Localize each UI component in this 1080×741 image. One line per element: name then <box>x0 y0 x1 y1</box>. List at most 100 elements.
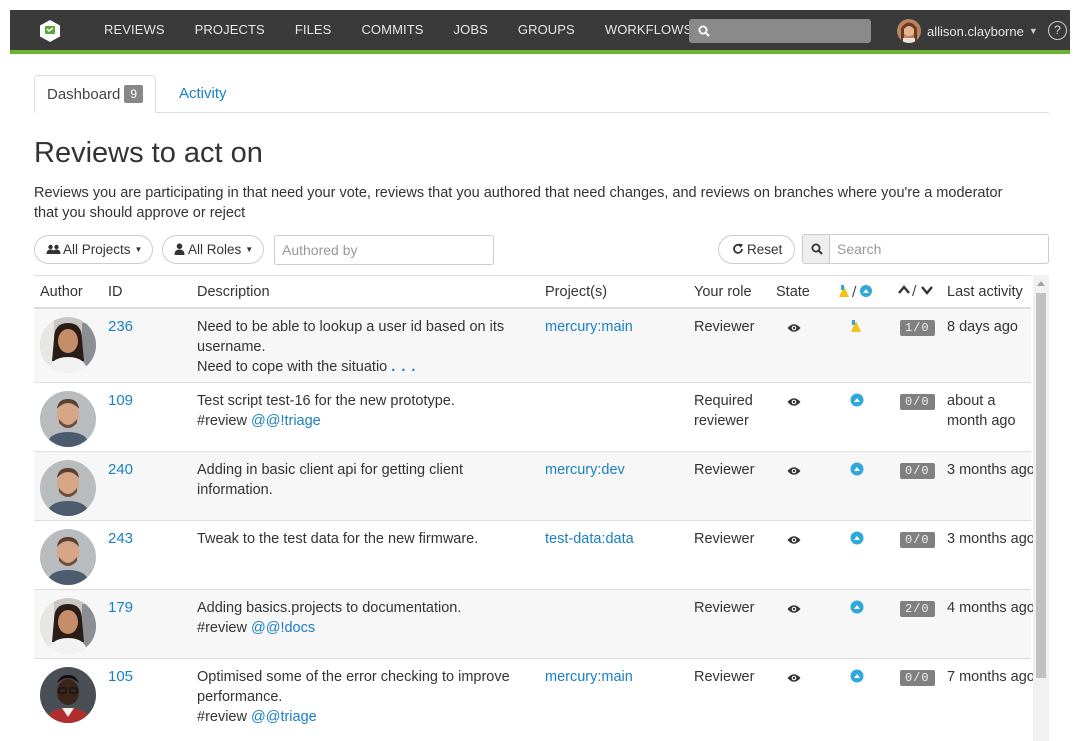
col-id[interactable]: ID <box>108 276 123 308</box>
review-id-link[interactable]: 236 <box>108 317 133 337</box>
swarm-logo-icon[interactable] <box>38 19 62 43</box>
review-description: Tweak to the test data for the new firmw… <box>197 531 479 547</box>
circle-up-icon <box>850 531 864 551</box>
user-avatar <box>897 19 921 43</box>
review-description: Optimised some of the error checking to … <box>197 667 537 727</box>
tab-activity[interactable]: Activity <box>167 75 239 113</box>
circle-up-icon <box>850 462 864 482</box>
description-line: Adding basics.projects to documentation. <box>197 600 462 616</box>
mention-link[interactable]: @@!triage <box>251 413 321 429</box>
col-author[interactable]: Author <box>40 276 83 308</box>
description-line: Test script test-16 for the new prototyp… <box>197 393 455 409</box>
help-icon[interactable]: ? <box>1048 21 1067 40</box>
col-last-activity[interactable]: Last activity <box>947 276 1023 308</box>
caret-down-icon: ▼ <box>245 245 254 254</box>
table-row[interactable]: 179 Adding basics.projects to documentat… <box>34 590 1035 659</box>
table-scrollbar[interactable] <box>1033 275 1049 741</box>
scroll-up-icon[interactable] <box>1037 281 1045 286</box>
nav-reviews[interactable]: REVIEWS <box>89 10 180 50</box>
project-link[interactable]: test-data:data <box>545 529 634 549</box>
review-id-link[interactable]: 179 <box>108 598 133 618</box>
table-row[interactable]: 109 Test script test-16 for the new prot… <box>34 383 1031 452</box>
author-avatar[interactable] <box>40 598 96 654</box>
description-line: Need to cope with the situatio <box>197 359 388 375</box>
eye-icon <box>787 531 801 551</box>
table-row[interactable]: 240 Adding in basic client api for getti… <box>34 452 1035 521</box>
col-role[interactable]: Your role <box>694 276 752 308</box>
users-icon <box>46 244 61 254</box>
roles-filter-label: All Roles <box>188 242 242 257</box>
review-id-link[interactable]: 109 <box>108 391 133 411</box>
role-text: Reviewer <box>694 462 755 478</box>
review-id-link[interactable]: 240 <box>108 460 133 480</box>
eye-icon <box>787 600 801 620</box>
col-description[interactable]: Description <box>197 276 270 308</box>
author-avatar[interactable] <box>40 529 96 585</box>
authored-by-input[interactable]: Authored by <box>274 235 494 265</box>
review-id-link[interactable]: 105 <box>108 667 133 687</box>
eye-icon <box>787 393 801 413</box>
global-search-input[interactable] <box>689 19 871 43</box>
role-text: Required reviewer <box>694 393 753 429</box>
eye-icon <box>787 319 801 339</box>
role-text: Reviewer <box>694 319 755 335</box>
search-icon <box>811 243 823 255</box>
author-avatar[interactable] <box>40 391 96 447</box>
reset-button[interactable]: Reset <box>718 235 796 264</box>
vote-count-badge: 0/0 <box>900 532 935 548</box>
table-header: Author ID Description Project(s) Your ro… <box>34 275 1031 309</box>
search-placeholder: Search <box>837 241 882 257</box>
page-intro: Reviews you are participating in that ne… <box>34 185 1003 221</box>
last-activity: 8 days ago <box>947 319 1018 335</box>
reviews-table: Author ID Description Project(s) Your ro… <box>34 275 1049 741</box>
author-avatar[interactable] <box>40 317 96 373</box>
reviews-search-input[interactable]: Search <box>802 234 1049 264</box>
caret-down-icon: ▼ <box>134 245 143 254</box>
scrollbar-thumb[interactable] <box>1036 293 1046 678</box>
table-row[interactable]: 243 Tweak to the test data for the new f… <box>34 521 1035 590</box>
mention-link[interactable]: @@!docs <box>251 620 315 636</box>
author-avatar[interactable] <box>40 667 96 723</box>
roles-filter-dropdown[interactable]: All Roles ▼ <box>162 235 265 264</box>
author-avatar[interactable] <box>40 460 96 516</box>
project-link[interactable]: mercury:main <box>545 667 633 687</box>
description-line: Need to be able to lookup a user id base… <box>197 319 505 355</box>
nav-groups[interactable]: GROUPS <box>503 10 590 50</box>
svg-text:/: / <box>912 284 917 297</box>
last-activity: 4 months ago <box>947 600 1035 616</box>
votes-icon: / <box>898 284 933 299</box>
review-tag: #review <box>197 413 247 429</box>
projects-filter-dropdown[interactable]: All Projects ▼ <box>34 235 154 264</box>
col-test-status[interactable]: / <box>838 276 874 308</box>
nav-jobs[interactable]: JOBS <box>439 10 503 50</box>
review-id-link[interactable]: 243 <box>108 529 133 549</box>
user-menu[interactable]: allison.clayborne ▼ <box>897 18 1038 44</box>
nav-commits[interactable]: COMMITS <box>346 10 438 50</box>
last-activity: about a month ago <box>947 393 1016 429</box>
col-votes[interactable]: / <box>898 276 934 308</box>
mention-link[interactable]: @@triage <box>251 709 317 725</box>
top-navbar: REVIEWS PROJECTS FILES COMMITS JOBS GROU… <box>10 10 1070 54</box>
user-icon <box>174 243 185 255</box>
nav-files[interactable]: FILES <box>280 10 347 50</box>
review-description: Adding basics.projects to documentation.… <box>197 598 537 638</box>
test-pending-icon <box>850 319 864 339</box>
table-row[interactable]: 236 Need to be able to lookup a user id … <box>34 309 1031 383</box>
more-link[interactable]: . . . <box>391 359 416 375</box>
tab-dashboard[interactable]: Dashboard 9 <box>34 75 157 113</box>
project-link[interactable]: mercury:dev <box>545 460 625 480</box>
last-activity: 3 months ago <box>947 531 1035 547</box>
col-projects[interactable]: Project(s) <box>545 276 607 308</box>
role-text: Reviewer <box>694 600 755 616</box>
role-text: Reviewer <box>694 669 755 685</box>
review-description: Test script test-16 for the new prototyp… <box>197 391 537 431</box>
eye-icon <box>787 462 801 482</box>
nav-projects[interactable]: PROJECTS <box>180 10 280 50</box>
dashboard-tabs: Dashboard 9 Activity <box>34 75 1049 113</box>
tab-dashboard-label: Dashboard <box>47 86 121 103</box>
project-link[interactable]: mercury:main <box>545 317 633 337</box>
col-state[interactable]: State <box>776 276 810 308</box>
filter-bar: All Projects ▼ All Roles ▼ Authored by Res… <box>34 234 1049 266</box>
projects-filter-label: All Projects <box>63 242 131 257</box>
table-row[interactable]: 105 Optimised some of the error checking… <box>34 659 1035 741</box>
